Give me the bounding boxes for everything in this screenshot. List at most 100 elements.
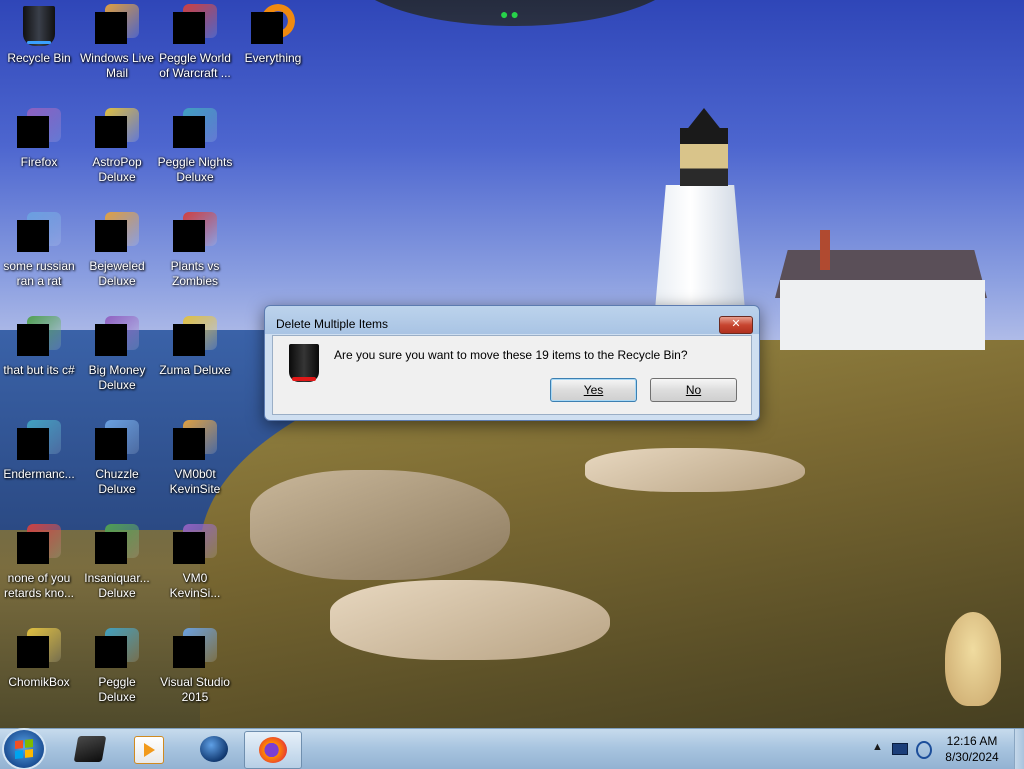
no-button[interactable]: No: [650, 378, 737, 402]
redaction-block: [173, 324, 205, 356]
redaction-block: [173, 636, 205, 668]
desktop-icon[interactable]: some russian ran a rat: [0, 212, 78, 289]
taskbar-globe[interactable]: [186, 731, 242, 767]
desktop-icon-label: none of you retards kno...: [3, 571, 75, 600]
desktop-icon-label: that but its c#: [3, 363, 75, 377]
redaction-block: [173, 428, 205, 460]
explorer-icon: [73, 736, 107, 762]
redaction-block: [95, 12, 127, 44]
show-hidden-icons-button[interactable]: ▲: [872, 741, 883, 753]
desktop-icon[interactable]: Peggle Deluxe: [78, 628, 156, 705]
game-icon: [95, 524, 139, 568]
desktop-icon[interactable]: Endermanc...: [0, 420, 78, 482]
game-icon: [173, 212, 217, 256]
redaction-block: [17, 220, 49, 252]
desktop-icon[interactable]: AstroPop Deluxe: [78, 108, 156, 185]
desktop-icon-label: Endermanc...: [3, 467, 75, 481]
desktop-icon[interactable]: Big Money Deluxe: [78, 316, 156, 393]
desktop-icon-label: Zuma Deluxe: [159, 363, 231, 377]
wallpaper-lighthouse-lamp: [680, 128, 728, 186]
wallpaper-house: [780, 280, 985, 350]
desktop: ●● Recycle Bin Windows Live Mail Peggle Wo…: [0, 0, 1024, 728]
recycle-bin-icon: [289, 344, 319, 382]
visual-studio-icon: [173, 628, 217, 672]
game-icon: [173, 108, 217, 152]
desktop-icon-label: Everything: [244, 51, 302, 65]
desktop-icon[interactable]: that but its c#: [0, 316, 78, 378]
redaction-block: [95, 532, 127, 564]
windows-logo-icon: [15, 739, 33, 759]
start-button[interactable]: [4, 730, 44, 768]
desktop-icon-label: ChomikBox: [8, 675, 70, 689]
desktop-icon[interactable]: Recycle Bin: [0, 4, 78, 66]
redaction-block: [251, 12, 283, 44]
desktop-icon[interactable]: Chuzzle Deluxe: [78, 420, 156, 497]
desktop-icon[interactable]: VM0 KevinSi...: [156, 524, 234, 601]
wallpaper-lighthouse-cap: [685, 108, 723, 132]
desktop-icon[interactable]: Zuma Deluxe: [156, 316, 234, 378]
taskbar-explorer[interactable]: [62, 731, 118, 767]
desktop-icon[interactable]: VM0b0t KevinSite: [156, 420, 234, 497]
redaction-block: [173, 116, 205, 148]
game-icon: [95, 108, 139, 152]
dialog-body: Are you sure you want to move these 19 i…: [272, 335, 752, 415]
desktop-icon[interactable]: Bejeweled Deluxe: [78, 212, 156, 289]
game-icon: [173, 316, 217, 360]
wallpaper-lighthouse: [655, 185, 745, 310]
desktop-icon-label: VM0 KevinSi...: [169, 571, 221, 600]
desktop-icon-label: Peggle Deluxe: [98, 675, 136, 704]
desktop-icon[interactable]: Peggle World of Warcraft ...: [156, 4, 234, 81]
show-desktop-button[interactable]: [1014, 729, 1024, 769]
desktop-icon-label: Insaniquar... Deluxe: [84, 571, 150, 600]
clock-time: 12:16 AM: [946, 734, 998, 748]
close-button[interactable]: ✕: [719, 316, 753, 334]
game-icon: [95, 420, 139, 464]
yes-button[interactable]: Yes: [550, 378, 637, 402]
firefox-icon: [259, 737, 287, 763]
desktop-icon[interactable]: Everything: [234, 4, 312, 66]
desktop-icon[interactable]: Peggle Nights Deluxe: [156, 108, 234, 185]
redaction-block: [95, 324, 127, 356]
redaction-block: [95, 116, 127, 148]
game-icon: [95, 316, 139, 360]
desktop-icon[interactable]: Firefox: [0, 108, 78, 170]
search-app-icon: [251, 4, 295, 48]
hamster-gadget: [945, 612, 1001, 706]
redaction-block: [173, 220, 205, 252]
recycle-bin-icon: [17, 4, 61, 48]
no-label: No: [685, 383, 702, 397]
desktop-icon[interactable]: Visual Studio 2015: [156, 628, 234, 705]
firefox-icon: [17, 108, 61, 152]
desktop-icon-label: Peggle World of Warcraft ...: [159, 51, 231, 80]
desktop-icon-label: Windows Live Mail: [79, 51, 155, 80]
redaction-block: [17, 428, 49, 460]
desktop-icon[interactable]: ChomikBox: [0, 628, 78, 690]
media-player-icon: [134, 736, 164, 764]
clock[interactable]: 12:16 AM 8/30/2024: [935, 733, 1009, 765]
desktop-icon[interactable]: Windows Live Mail: [78, 4, 156, 81]
desktop-icon-label: Chuzzle Deluxe: [95, 467, 139, 496]
desktop-icon[interactable]: Plants vs Zombies: [156, 212, 234, 289]
terminal-icon: [173, 420, 217, 464]
file-icon: [173, 524, 217, 568]
desktop-icon-label: Firefox: [20, 155, 58, 169]
desktop-icon-label: Plants vs Zombies: [170, 259, 220, 288]
desktop-icon-label: AstroPop Deluxe: [92, 155, 142, 184]
delete-multiple-items-dialog: Delete Multiple Items ✕ Are you sure you…: [264, 305, 760, 421]
action-center-icon[interactable]: [892, 743, 908, 755]
taskbar-media-player[interactable]: [120, 731, 176, 767]
yes-label: Yes: [583, 383, 604, 397]
desktop-icon[interactable]: Insaniquar... Deluxe: [78, 524, 156, 601]
file-icon: [17, 524, 61, 568]
globe-icon: [200, 736, 228, 762]
redaction-block: [17, 116, 49, 148]
file-icon: [17, 212, 61, 256]
desktop-icon[interactable]: none of you retards kno...: [0, 524, 78, 601]
redaction-block: [17, 532, 49, 564]
wallpaper-rock: [585, 448, 805, 492]
desktop-icon-label: Peggle Nights Deluxe: [157, 155, 233, 184]
taskbar-firefox[interactable]: [244, 731, 302, 769]
mail-icon: [95, 4, 139, 48]
dialog-message: Are you sure you want to move these 19 i…: [334, 348, 688, 362]
network-icon[interactable]: [916, 741, 932, 759]
